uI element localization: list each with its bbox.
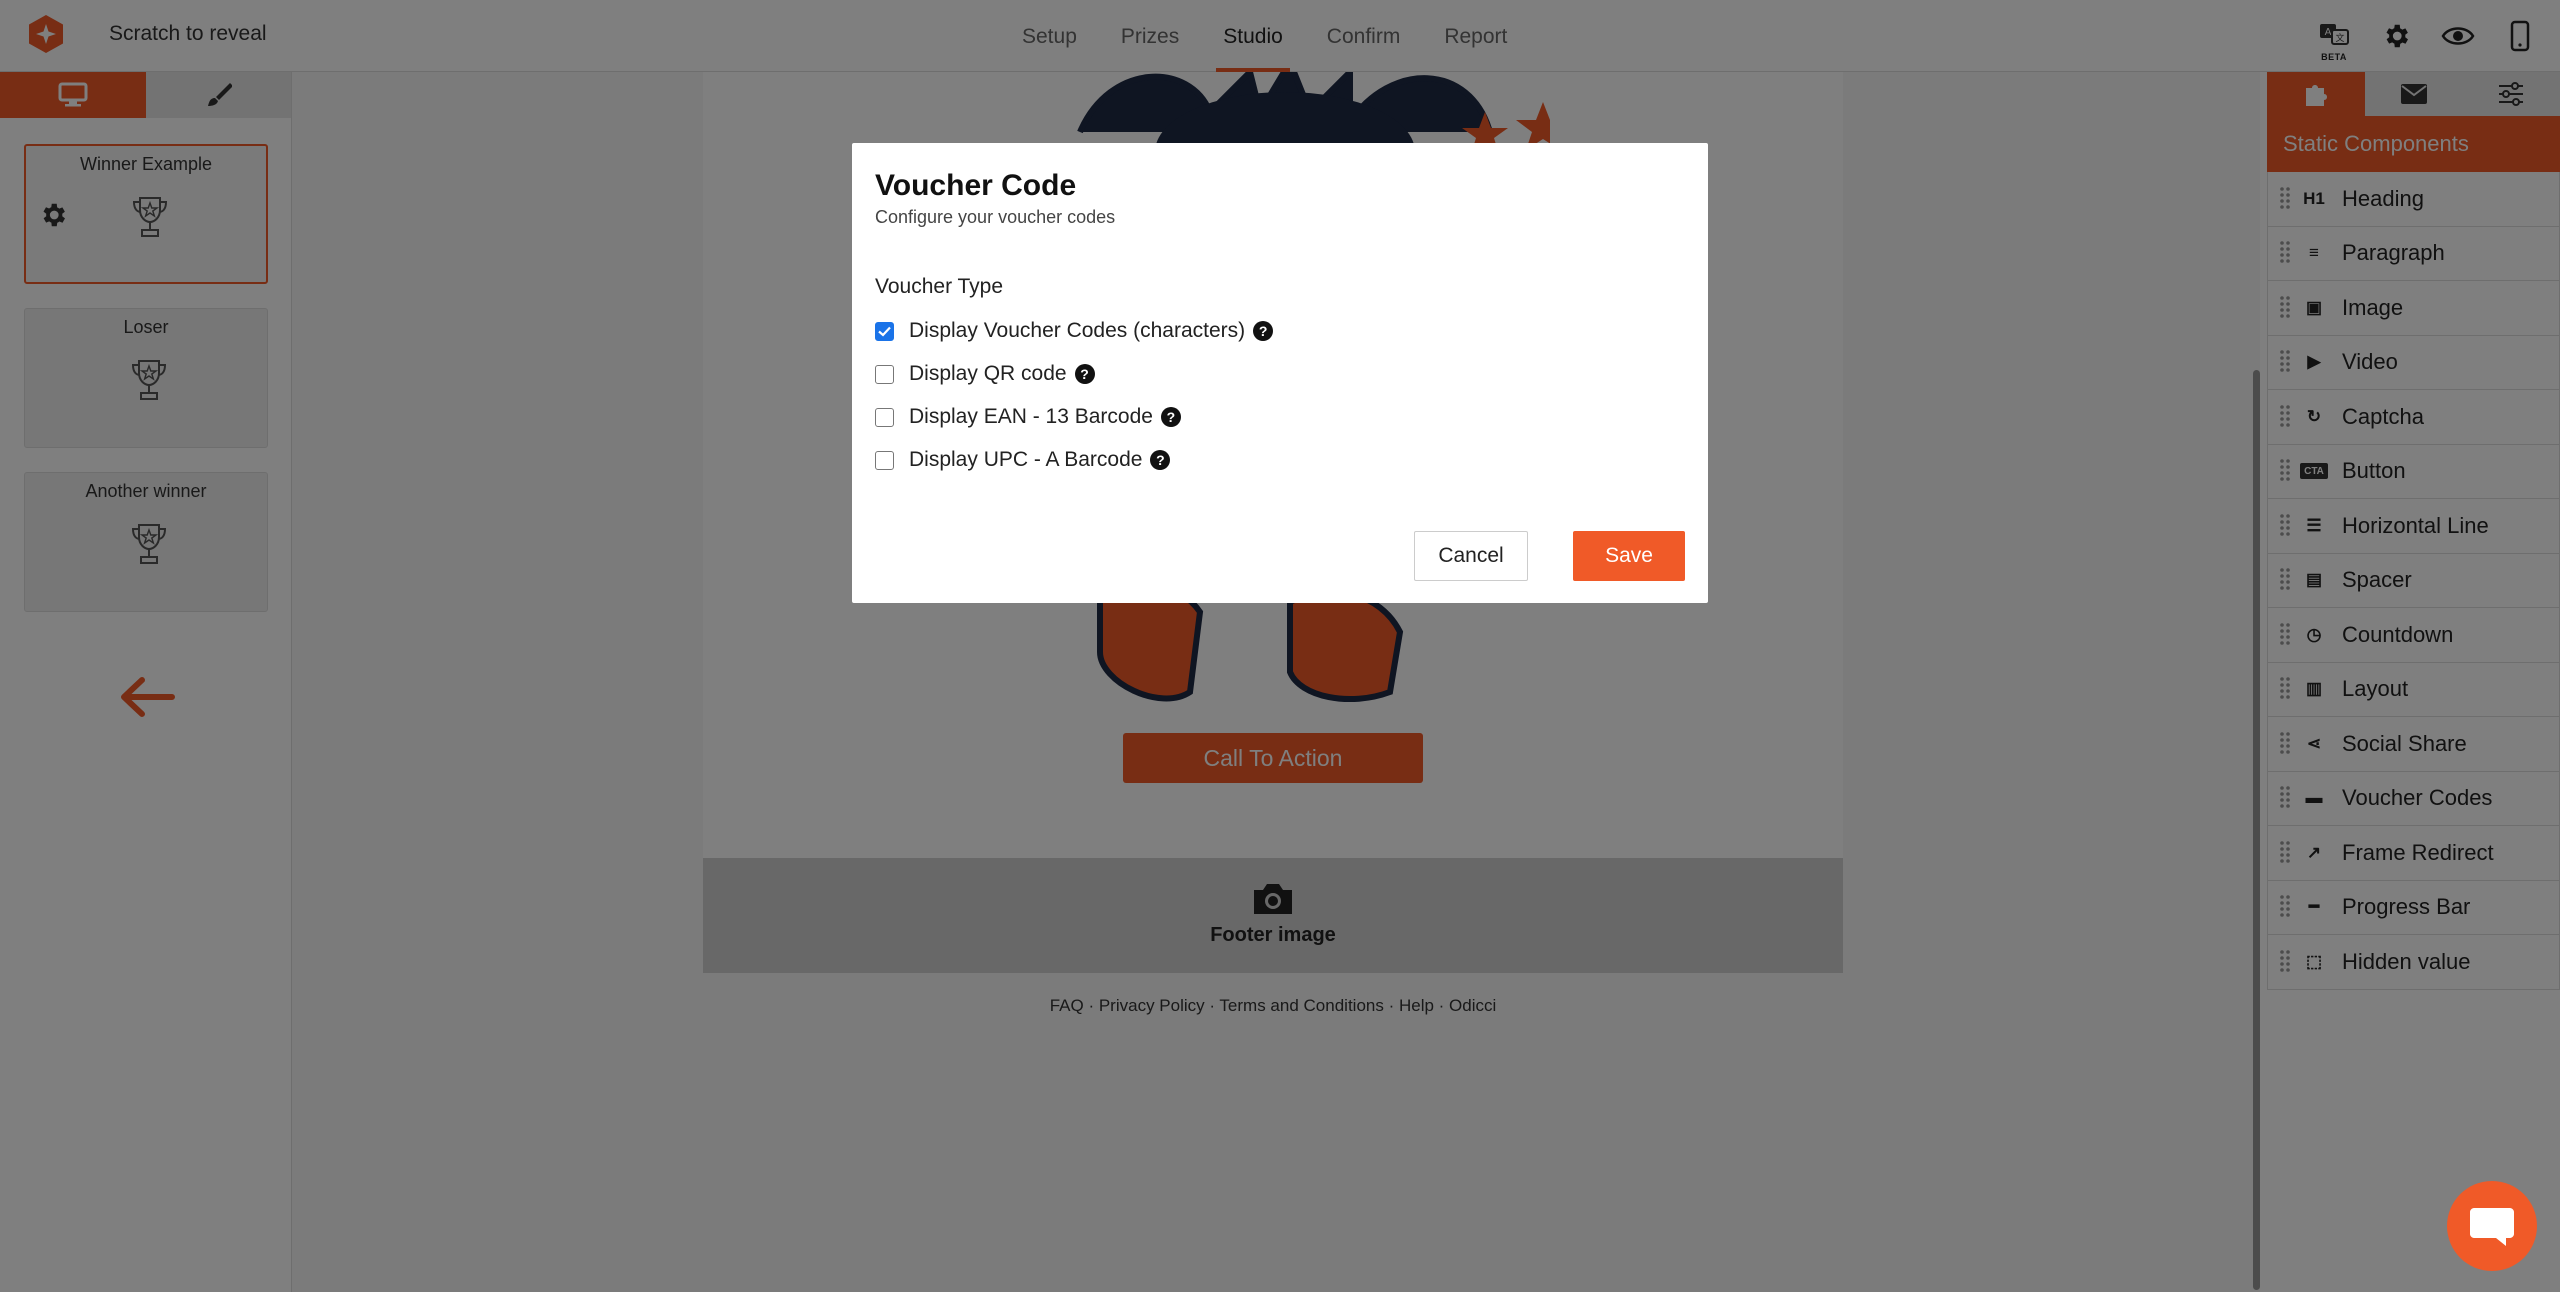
modal-title: Voucher Code <box>875 169 1077 202</box>
voucher-code-modal: Voucher Code Configure your voucher code… <box>852 143 1708 603</box>
help-icon[interactable]: ? <box>1074 364 1095 384</box>
voucher-type-label: Voucher Type <box>875 275 1004 298</box>
save-button[interactable]: Save <box>1573 531 1685 581</box>
ean-13-checkbox[interactable] <box>875 407 894 427</box>
chat-bubble-icon <box>2470 1208 2514 1246</box>
option-qr-code[interactable]: Display QR code ? <box>875 359 1095 389</box>
option-label: Display Voucher Codes (characters) <box>909 319 1246 342</box>
help-icon[interactable]: ? <box>1160 407 1181 427</box>
modal-subtitle: Configure your voucher codes <box>875 207 1116 227</box>
option-label: Display EAN - 13 Barcode <box>909 405 1153 428</box>
chat-button[interactable] <box>2447 1181 2537 1271</box>
qr-code-checkbox[interactable] <box>875 364 894 384</box>
voucher-codes-checkbox[interactable] <box>875 321 894 341</box>
option-upc-a[interactable]: Display UPC - A Barcode ? <box>875 445 1171 475</box>
help-icon[interactable]: ? <box>1253 321 1274 341</box>
option-label: Display UPC - A Barcode <box>909 448 1143 471</box>
cancel-button[interactable]: Cancel <box>1414 531 1528 581</box>
option-voucher-codes[interactable]: Display Voucher Codes (characters) ? <box>875 316 1274 346</box>
upc-a-checkbox[interactable] <box>875 450 894 470</box>
help-icon[interactable]: ? <box>1150 450 1171 470</box>
check-icon <box>878 326 891 337</box>
option-ean-13[interactable]: Display EAN - 13 Barcode ? <box>875 402 1181 432</box>
option-label: Display QR code <box>909 362 1067 385</box>
